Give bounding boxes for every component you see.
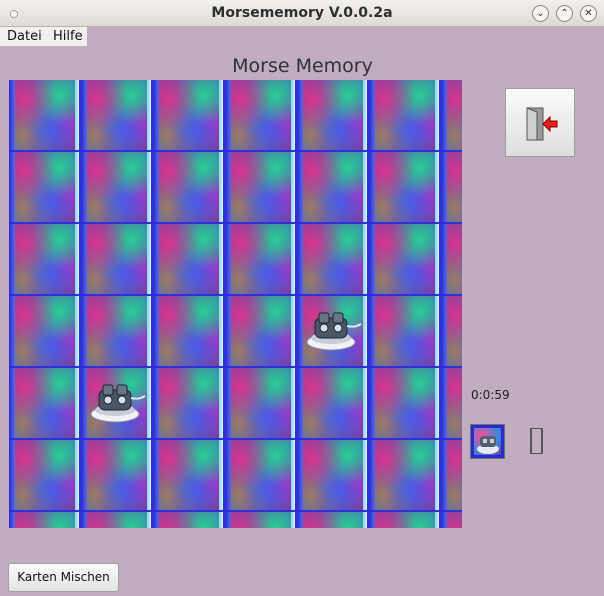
memory-card[interactable] [441,440,462,510]
memory-card[interactable] [225,80,295,150]
memory-card[interactable] [297,152,367,222]
memory-card[interactable] [369,80,439,150]
memory-card[interactable] [297,80,367,150]
memory-card[interactable] [81,440,151,510]
memory-card[interactable] [225,440,295,510]
menu-datei[interactable]: Datei [7,29,42,44]
menu-hilfe[interactable]: Hilfe [53,29,83,44]
title-bar: Morsememory V.0.0.2a ⌄ ⌃ ✕ [0,0,604,27]
memory-card[interactable] [9,368,79,438]
memory-card[interactable] [81,296,151,366]
memory-card[interactable] [297,224,367,294]
window-title: Morsememory V.0.0.2a [211,5,393,21]
memory-card[interactable] [441,224,462,294]
memory-card-revealed[interactable] [81,368,151,438]
memory-card[interactable] [225,152,295,222]
memory-card[interactable] [81,80,151,150]
memory-card[interactable] [441,368,462,438]
memory-card[interactable] [441,512,462,528]
memory-card[interactable] [297,440,367,510]
memory-card[interactable] [441,296,462,366]
memory-card[interactable] [9,440,79,510]
memory-card[interactable] [225,368,295,438]
robot-thumbnail-icon [477,436,499,454]
hovercraft-robot-icon [306,312,362,351]
memory-card[interactable] [369,368,439,438]
memory-card[interactable] [441,80,462,150]
maximize-button[interactable]: ⌃ [556,5,573,22]
memory-card[interactable] [9,152,79,222]
memory-card[interactable] [153,368,223,438]
memory-card[interactable] [153,512,223,528]
memory-card[interactable] [81,224,151,294]
pending-card-slot [530,428,543,454]
memory-card[interactable] [297,368,367,438]
memory-card[interactable] [81,512,151,528]
card-grid [9,80,462,528]
memory-card-revealed[interactable] [297,296,367,366]
exit-door-icon [526,107,558,141]
memory-card[interactable] [81,152,151,222]
memory-card[interactable] [9,296,79,366]
memory-card[interactable] [441,152,462,222]
memory-card[interactable] [369,296,439,366]
memory-card[interactable] [153,152,223,222]
memory-card[interactable] [153,224,223,294]
memory-card[interactable] [369,440,439,510]
memory-card[interactable] [153,440,223,510]
memory-card[interactable] [369,224,439,294]
matched-card-thumbnail [470,424,505,459]
minimize-button[interactable]: ⌄ [532,5,549,22]
memory-card[interactable] [297,512,367,528]
memory-card[interactable] [225,224,295,294]
timer: 0:0:59 [471,388,510,402]
shuffle-cards-button[interactable]: Karten Mischen [8,563,119,592]
close-button[interactable]: ✕ [580,5,597,22]
memory-card[interactable] [153,296,223,366]
quit-button[interactable] [505,88,575,157]
memory-card[interactable] [9,512,79,528]
memory-card[interactable] [369,152,439,222]
menu-bar: Datei Hilfe [0,27,87,46]
hovercraft-robot-icon [90,384,146,423]
memory-card[interactable] [153,80,223,150]
memory-card[interactable] [9,80,79,150]
memory-card[interactable] [9,224,79,294]
memory-card[interactable] [225,512,295,528]
game-title: Morse Memory [232,55,373,77]
memory-card[interactable] [369,512,439,528]
memory-card[interactable] [225,296,295,366]
